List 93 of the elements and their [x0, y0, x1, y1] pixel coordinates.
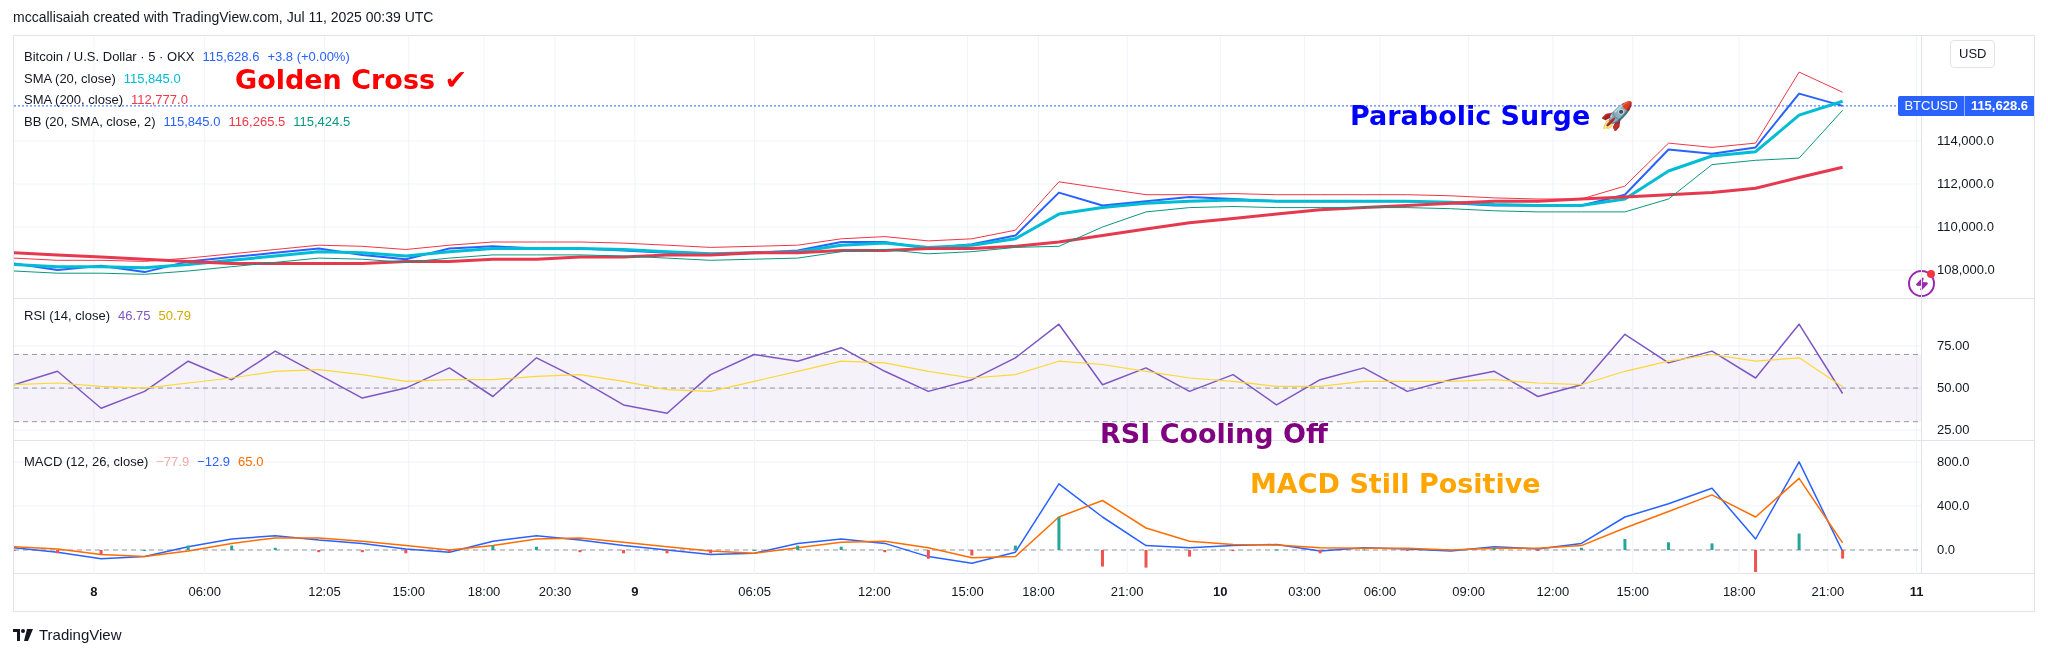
legend-value: 116,265.5: [228, 112, 286, 131]
histogram-bar: [1841, 550, 1845, 559]
legend-label: SMA (200, close): [24, 91, 123, 109]
legend-value: 46.75: [118, 307, 151, 325]
histogram-bar: [926, 550, 930, 559]
symbol-tag: BTCUSD: [1898, 95, 1964, 116]
histogram-bar: [883, 550, 887, 553]
legend-label: RSI (14, close): [24, 307, 110, 325]
price-tag: 115,628.6: [1963, 95, 2034, 116]
axis-label: 110,000.0: [1937, 218, 1994, 235]
legend-value: 50.79: [158, 307, 192, 325]
chart-annotation: MACD Still Positive: [1250, 470, 1541, 497]
axis-label: 800.0: [1937, 453, 1970, 470]
chart-annotation: RSI Cooling Off: [1100, 420, 1328, 447]
histogram-bar: [404, 550, 408, 554]
histogram-bar: [1013, 545, 1017, 550]
histogram-bar: [1754, 550, 1758, 572]
axis-label: 25.00: [1937, 422, 1970, 439]
time-label: 8: [90, 584, 98, 600]
time-label: 12:00: [1536, 584, 1570, 600]
legend-value: 65.0: [238, 453, 264, 471]
histogram-bar: [796, 545, 800, 550]
currency-button[interactable]: USD: [1950, 40, 1996, 68]
legend-label: SMA (20, close): [24, 69, 116, 88]
histogram-bar: [1318, 550, 1322, 554]
time-label: 15:00: [951, 584, 984, 600]
time-label: 12:05: [308, 584, 341, 600]
time-label: 03:00: [1288, 584, 1321, 600]
axis-label: 108,000.0: [1937, 261, 1995, 278]
axis-label: 75.00: [1937, 338, 1970, 355]
histogram-bar: [1579, 547, 1583, 550]
time-label: 18:00: [467, 584, 501, 600]
histogram-bar: [1710, 543, 1714, 550]
legend-label: MACD (12, 26, close): [24, 453, 149, 471]
axis-label: 112,000.0: [1937, 175, 1994, 192]
time-label: 06:00: [1363, 584, 1397, 600]
histogram-bar: [534, 546, 538, 550]
legend-value: +3.8 (+0.00%): [267, 48, 350, 66]
legend-value: −77.9: [156, 453, 190, 471]
time-label: 11: [1909, 584, 1924, 600]
legend-value: 112,777.0: [131, 91, 188, 109]
time-label: 21:00: [1811, 584, 1845, 600]
histogram-bar: [99, 550, 103, 555]
time-label: 20:30: [538, 584, 572, 600]
histogram-bar: [1797, 533, 1801, 550]
legend-value: 115,845.0: [163, 112, 221, 131]
axis-label: 400.0: [1937, 497, 1970, 514]
chart-credit: mccallisaiah created with TradingView.com, Jul 11, 2025 00:39 UTC: [13, 8, 434, 27]
histogram-bar: [1188, 550, 1192, 557]
histogram-bar: [622, 550, 626, 554]
legend-value: 115,424.5: [293, 112, 351, 131]
time-label: 9: [631, 584, 639, 600]
brand-name: TradingView: [39, 624, 122, 645]
time-label: 21:00: [1110, 584, 1144, 600]
time-label: 15:00: [392, 584, 425, 600]
chart-annotation: Golden Cross ✔: [235, 66, 468, 93]
time-label: 06:05: [738, 584, 771, 600]
histogram-bar: [1057, 516, 1061, 550]
axis-label: 0.0: [1937, 542, 1956, 558]
alert-icon[interactable]: [1908, 270, 1935, 297]
histogram-bar: [839, 546, 843, 550]
histogram-bar: [578, 550, 582, 553]
time-label: 10: [1213, 584, 1228, 600]
histogram-bar: [1144, 550, 1148, 568]
legend-value: 115,845.0: [123, 69, 181, 88]
legend-value: −12.9: [197, 453, 231, 471]
time-label: 18:00: [1022, 584, 1055, 600]
axis-label: 50.00: [1937, 380, 1970, 397]
time-label: 09:00: [1452, 584, 1485, 600]
histogram-bar: [273, 547, 277, 550]
time-label: 18:00: [1722, 584, 1756, 600]
histogram-bar: [709, 550, 713, 554]
histogram-bar: [970, 550, 974, 556]
time-label: 12:00: [858, 584, 891, 600]
time-label: 15:00: [1616, 584, 1649, 600]
histogram-bar: [1100, 550, 1104, 567]
legend-value: 115,628.6: [202, 48, 260, 66]
histogram-bar: [1666, 542, 1670, 550]
histogram-bar: [56, 550, 60, 554]
time-label: 06:00: [188, 584, 221, 600]
histogram-bar: [665, 550, 669, 554]
histogram-bar: [360, 550, 364, 553]
legend-label: BB (20, SMA, close, 2): [24, 112, 156, 131]
histogram-bar: [491, 545, 495, 550]
histogram-bar: [1623, 539, 1627, 550]
legend-label: Bitcoin / U.S. Dollar · 5 · OKX: [24, 48, 195, 66]
logo-icon: [13, 629, 33, 641]
histogram-bar: [447, 550, 451, 553]
histogram-bar: [317, 550, 321, 553]
chart-annotation: Parabolic Surge 🚀: [1350, 102, 1634, 129]
histogram-bar: [230, 545, 234, 550]
axis-label: 114,000.0: [1937, 132, 1994, 149]
histogram-bar: [186, 545, 190, 550]
